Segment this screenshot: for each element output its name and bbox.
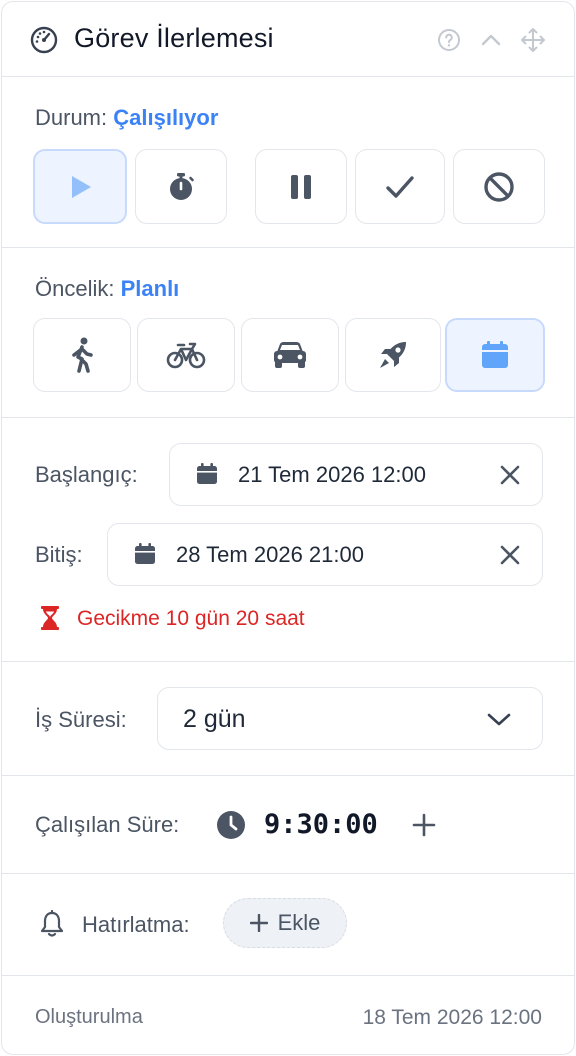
- priority-car-button[interactable]: [241, 318, 339, 392]
- status-label-row: Durum: Çalışılıyor: [35, 105, 218, 131]
- hourglass-icon: [41, 606, 59, 630]
- task-progress-panel: Görev İlerlemesi Durum: Çalışılıyor Önce…: [1, 1, 575, 1055]
- move-icon[interactable]: [520, 27, 546, 53]
- worked-time-value: 9:30:00: [264, 809, 378, 840]
- priority-section: Öncelik: Planlı: [2, 247, 574, 417]
- end-date-value: 28 Tem 2026 21:00: [176, 542, 364, 567]
- clock-icon: [217, 811, 245, 839]
- priority-label-row: Öncelik: Planlı: [35, 276, 179, 302]
- chevron-down-icon: [487, 713, 511, 726]
- dates-section: Başlangıç: 21 Tem 2026 12:00 Bitiş: 28 T…: [2, 417, 574, 661]
- car-icon: [274, 342, 306, 368]
- status-play-button[interactable]: [33, 149, 127, 224]
- worked-time-section: Çalışılan Süre: 9:30:00: [2, 775, 574, 873]
- duration-select[interactable]: 2 gün: [157, 687, 543, 750]
- priority-value: Planlı: [120, 276, 180, 301]
- status-label: Durum:: [35, 105, 108, 130]
- status-pause-button[interactable]: [255, 149, 347, 224]
- duration-section: İş Süresi: 2 gün: [2, 661, 574, 775]
- clear-end-date-icon[interactable]: [499, 544, 521, 566]
- status-stopwatch-button[interactable]: [135, 149, 227, 224]
- calendar-icon: [197, 463, 217, 484]
- gauge-icon: [30, 26, 58, 54]
- created-value: 18 Tem 2026 12:00: [362, 1006, 542, 1029]
- help-icon[interactable]: [437, 28, 461, 52]
- bell-icon: [40, 910, 64, 937]
- priority-walking-button[interactable]: [33, 318, 131, 392]
- pause-icon: [291, 174, 311, 199]
- bicycle-icon: [166, 342, 206, 369]
- reminder-section: Hatırlatma: Ekle: [2, 873, 574, 975]
- play-icon: [72, 175, 91, 198]
- duration-value: 2 gün: [183, 705, 246, 733]
- rocket-icon: [380, 342, 406, 368]
- priority-bicycle-button[interactable]: [137, 318, 235, 392]
- end-date-field[interactable]: 28 Tem 2026 21:00: [107, 523, 543, 586]
- priority-rocket-button[interactable]: [345, 318, 441, 392]
- clear-start-date-icon[interactable]: [499, 464, 521, 486]
- priority-calendar-button[interactable]: [445, 318, 545, 392]
- priority-label: Öncelik:: [35, 276, 115, 301]
- start-date-label: Başlangıç:: [35, 462, 138, 487]
- worked-time-label: Çalışılan Süre:: [35, 812, 180, 837]
- calendar-icon: [482, 341, 508, 368]
- plus-icon: [249, 914, 268, 932]
- panel-header: Görev İlerlemesi: [2, 2, 574, 76]
- delay-warning: Gecikme 10 gün 20 saat: [77, 607, 305, 630]
- duration-label: İş Süresi:: [35, 707, 127, 732]
- add-reminder-button[interactable]: Ekle: [223, 898, 347, 948]
- add-reminder-label: Ekle: [277, 910, 321, 935]
- chevron-up-icon[interactable]: [479, 28, 503, 52]
- panel-title: Görev İlerlemesi: [74, 23, 274, 53]
- footer-section: Oluşturulma 18 Tem 2026 12:00: [2, 975, 574, 1054]
- status-cancel-button[interactable]: [453, 149, 545, 224]
- status-value: Çalışılıyor: [113, 105, 219, 130]
- stopwatch-icon: [170, 172, 194, 200]
- calendar-icon: [135, 543, 155, 564]
- add-time-icon[interactable]: [411, 812, 437, 838]
- end-date-label: Bitiş:: [35, 542, 83, 567]
- status-section: Durum: Çalışılıyor: [2, 76, 574, 247]
- status-done-button[interactable]: [355, 149, 445, 224]
- walking-icon: [72, 337, 93, 373]
- check-icon: [386, 175, 414, 198]
- ban-icon: [484, 171, 514, 202]
- start-date-value: 21 Tem 2026 12:00: [238, 462, 426, 487]
- reminder-label: Hatırlatma:: [82, 912, 190, 937]
- start-date-field[interactable]: 21 Tem 2026 12:00: [169, 443, 543, 506]
- created-label: Oluşturulma: [35, 1006, 143, 1028]
